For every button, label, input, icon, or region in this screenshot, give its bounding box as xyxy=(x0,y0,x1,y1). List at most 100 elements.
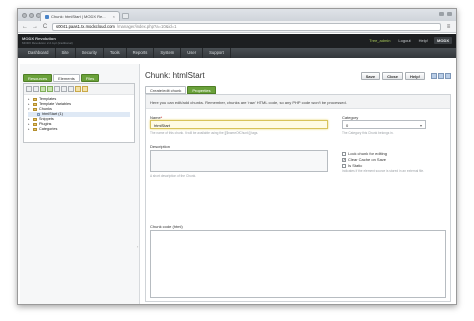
clear-cache-checkbox[interactable]: ✓ Clear Cache on Save xyxy=(342,157,386,162)
main-content: Chunk: htmlStart Save Close Help! Create… xyxy=(141,64,456,304)
code-label: Chunk code (html) xyxy=(150,224,183,229)
menu-icon[interactable]: ≡ xyxy=(445,24,452,30)
help-button[interactable]: Help! xyxy=(405,72,425,80)
checkbox-checked-icon[interactable]: ✓ xyxy=(342,157,346,162)
left-panel: Resources Elements Files ▸ Templates ▸ Tem… xyxy=(20,64,140,304)
restore-icon[interactable] xyxy=(447,12,452,16)
favicon-icon xyxy=(45,14,49,19)
nav-security[interactable]: Security xyxy=(76,48,104,58)
intro-text: Here you can edit/add chunks. Remember, … xyxy=(146,95,450,109)
category-help: The Category this Chunk belongs in. xyxy=(342,131,394,135)
tab-close-icon[interactable]: × xyxy=(113,14,115,19)
tab-title: Chunk: htmlStart | MODX Re... xyxy=(51,14,106,19)
nav-dashboard[interactable]: Dashboard xyxy=(22,48,56,58)
browser-toolbar: ← → C s0041.paas1.tx.modxcloud.com/manag… xyxy=(18,21,456,33)
new-snippet-icon[interactable] xyxy=(61,86,67,92)
nav-tools[interactable]: Tools xyxy=(104,48,127,58)
description-input[interactable] xyxy=(150,150,328,172)
window-close-button[interactable] xyxy=(22,13,27,18)
nav-site[interactable]: Site xyxy=(56,48,76,58)
new-template-icon[interactable] xyxy=(40,86,46,92)
chrome-window-buttons xyxy=(439,12,452,16)
name-help: The name of this chunk. It will be avail… xyxy=(150,131,259,135)
tab-properties[interactable]: Properties xyxy=(187,86,216,94)
window-minimize-button[interactable] xyxy=(29,13,34,18)
window-icon[interactable] xyxy=(445,73,451,79)
folder-icon xyxy=(33,123,37,126)
description-help: A short description of the Chunk. xyxy=(150,174,197,178)
tab-elements[interactable]: Elements xyxy=(53,74,80,82)
fullscreen-icon[interactable] xyxy=(438,73,444,79)
folder-icon xyxy=(33,108,37,111)
collapse-tree-icon[interactable] xyxy=(431,73,437,79)
chunk-code-editor[interactable] xyxy=(150,230,446,298)
folder-icon xyxy=(33,98,37,101)
tab-create-edit-chunk[interactable]: Create/edit chunk xyxy=(145,86,187,94)
is-static-label: Is Static xyxy=(348,163,363,168)
close-button[interactable]: Close xyxy=(382,72,403,80)
user-menu: Tree_admin Logout Help! xyxy=(369,38,428,43)
nav-reports[interactable]: Reports xyxy=(127,48,155,58)
checkbox-unchecked-icon[interactable] xyxy=(342,163,346,168)
expand-icon[interactable] xyxy=(26,86,32,92)
checkbox-unchecked-icon[interactable] xyxy=(342,151,346,156)
tree-item-categories[interactable]: ▸ Categories xyxy=(28,127,130,132)
folder-icon xyxy=(33,103,37,106)
tree-item-label: Categories xyxy=(39,127,58,131)
chevron-down-icon: ▾ xyxy=(419,123,422,128)
left-tabs: Resources Elements Files xyxy=(23,74,100,82)
new-tv-icon[interactable] xyxy=(47,86,53,92)
back-button[interactable]: ← xyxy=(22,24,28,30)
version-text: MODX Revolution 2.2.4-pl (traditional) xyxy=(22,41,73,45)
logout-link[interactable]: Logout xyxy=(398,38,410,43)
save-button[interactable]: Save xyxy=(360,72,381,80)
new-plugin-icon[interactable] xyxy=(68,86,74,92)
lock-checkbox[interactable]: Lock chunk for editing xyxy=(342,151,387,156)
folder-icon xyxy=(33,118,37,121)
page-title: Chunk: htmlStart xyxy=(145,71,205,80)
tab-resources[interactable]: Resources xyxy=(23,74,53,82)
fullscreen-icons xyxy=(431,73,451,79)
tab-files[interactable]: Files xyxy=(80,74,100,82)
help-link[interactable]: Help! xyxy=(419,38,428,43)
reload-button[interactable]: C xyxy=(42,24,48,30)
action-buttons: Save Close Help! xyxy=(360,72,451,80)
modx-header: MODX Revolution MODX Revolution 2.2.4-pl… xyxy=(18,34,456,48)
chunk-form: Here you can edit/add chunks. Remember, … xyxy=(145,94,451,302)
url-path: /manager/index.php?a=10&id=1 xyxy=(116,24,177,29)
window-controls xyxy=(22,13,41,18)
user-link[interactable]: Tree_admin xyxy=(369,38,390,43)
element-tree: ▸ Templates ▸ Template Variables ▾ Chunks h… xyxy=(24,95,134,134)
content-tabs: Create/edit chunk Properties xyxy=(145,86,216,94)
browser-window: Chunk: htmlStart | MODX Re... × ← → C s0… xyxy=(17,8,457,305)
browser-tab[interactable]: Chunk: htmlStart | MODX Re... × xyxy=(40,11,120,21)
name-input[interactable]: htmlStart xyxy=(150,120,328,129)
url-host: s0041.paas1.tx.modxcloud.com xyxy=(56,24,115,29)
main-navigation: Dashboard Site Security Tools Reports Sy… xyxy=(18,48,456,58)
tree-toolbar xyxy=(24,84,134,95)
chunk-icon xyxy=(37,113,40,116)
new-chunk-icon[interactable] xyxy=(54,86,60,92)
new-tab-button[interactable] xyxy=(122,13,129,19)
browser-tabbar: Chunk: htmlStart | MODX Re... × xyxy=(18,9,456,21)
clear-cache-label: Clear Cache on Save xyxy=(348,157,387,162)
forward-button[interactable]: → xyxy=(32,24,38,30)
nav-system[interactable]: System xyxy=(154,48,182,58)
collapse-arrow-icon[interactable]: ▾ xyxy=(28,107,31,112)
address-bar[interactable]: s0041.paas1.tx.modxcloud.com/manager/ind… xyxy=(52,22,441,31)
minimize-icon[interactable] xyxy=(439,12,444,16)
refresh-icon[interactable] xyxy=(82,86,88,92)
modx-logo: MODX xyxy=(434,37,452,44)
element-tree-panel: ▸ Templates ▸ Template Variables ▾ Chunks h… xyxy=(23,83,135,143)
new-category-icon[interactable] xyxy=(75,86,81,92)
category-value: 0 xyxy=(346,123,349,128)
lock-label: Lock chunk for editing xyxy=(348,151,387,156)
nav-support[interactable]: Support xyxy=(203,48,231,58)
nav-user[interactable]: User xyxy=(181,48,204,58)
category-select[interactable]: 0 ▾ xyxy=(342,120,426,129)
expand-arrow-icon[interactable]: ▸ xyxy=(28,127,31,132)
folder-icon xyxy=(33,128,37,131)
panel-splitter[interactable]: ‹ xyxy=(137,244,139,250)
collapse-icon[interactable] xyxy=(33,86,39,92)
is-static-checkbox[interactable]: Is Static xyxy=(342,163,362,168)
